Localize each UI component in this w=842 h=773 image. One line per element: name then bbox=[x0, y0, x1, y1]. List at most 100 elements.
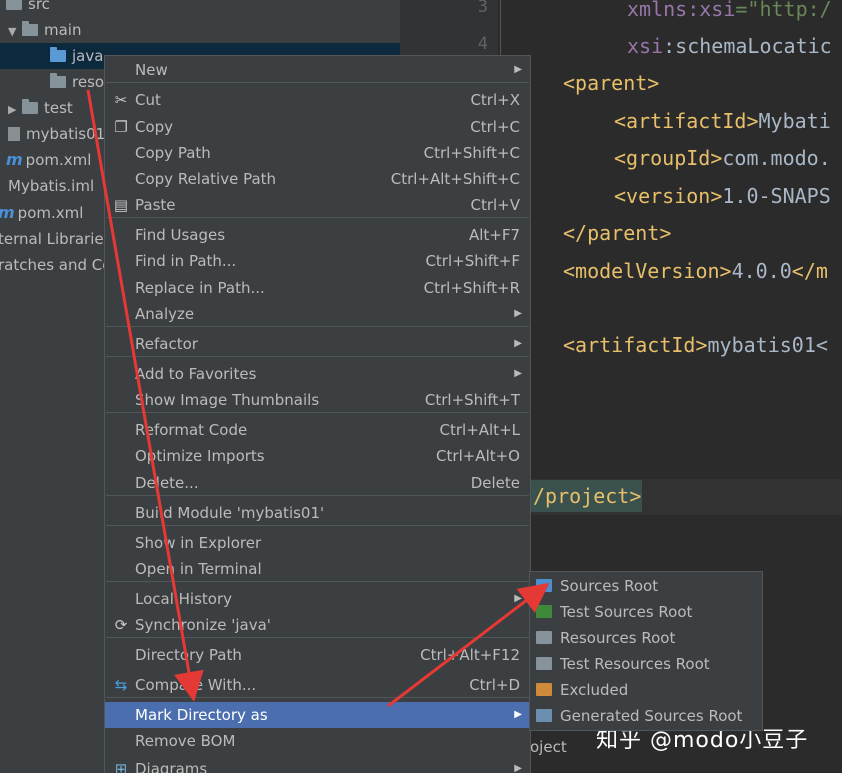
tree-item-mybatis01[interactable]: mybatis01 bbox=[8, 121, 105, 147]
menu-item-label: Optimize Imports bbox=[135, 447, 265, 465]
folder-icon bbox=[6, 0, 22, 10]
line-number: 3 bbox=[477, 0, 488, 17]
menu-item-shortcut: Ctrl+D bbox=[469, 676, 520, 694]
menu-item-find-in-path[interactable]: Find in Path... Ctrl+Shift+F bbox=[105, 248, 530, 274]
menu-item-optimize-imports[interactable]: Optimize Imports Ctrl+Alt+O bbox=[105, 443, 530, 469]
code-token: xsi bbox=[699, 0, 736, 21]
menu-item-directory-path[interactable]: Directory Path Ctrl+Alt+F12 bbox=[105, 642, 530, 668]
tree-item-main[interactable]: ▼ main bbox=[8, 17, 81, 43]
menu-item-copy-relative-path[interactable]: Copy Relative Path Ctrl+Alt+Shift+C bbox=[105, 166, 530, 192]
submenu-item-excluded[interactable]: Excluded bbox=[530, 677, 762, 703]
menu-item-diagrams[interactable]: ⊞ Diagrams ▶ bbox=[105, 756, 530, 773]
menu-item-label: Compare With... bbox=[135, 676, 257, 694]
submenu-item-generated-sources-root[interactable]: Generated Sources Root bbox=[530, 703, 762, 729]
menu-item-refactor[interactable]: Refactor ▶ bbox=[105, 331, 530, 357]
menu-item-compare-with[interactable]: ⇆ Compare With... Ctrl+D bbox=[105, 672, 530, 698]
menu-item-shortcut: Ctrl+C bbox=[470, 118, 520, 136]
menu-item-mark-directory-as[interactable]: Mark Directory as ▶ bbox=[105, 702, 530, 728]
code-token: mybatis01< bbox=[707, 333, 828, 357]
menu-item-label: Replace in Path... bbox=[135, 279, 265, 297]
menu-item-label: Analyze bbox=[135, 305, 195, 323]
menu-item-synchronize-java[interactable]: ⟳ Synchronize 'java' bbox=[105, 612, 530, 638]
folder-icon bbox=[50, 73, 66, 88]
menu-item-label: Delete... bbox=[135, 474, 199, 492]
compare-icon: ⇆ bbox=[114, 676, 128, 694]
expand-arrow-icon[interactable]: ▼ bbox=[8, 19, 22, 45]
submenu-arrow-icon: ▶ bbox=[514, 338, 522, 349]
maven-icon: m bbox=[6, 150, 23, 169]
code-token: xsi bbox=[627, 34, 664, 58]
code-token: <groupId> bbox=[614, 146, 723, 170]
tree-item-pom[interactable]: mpom.xml bbox=[0, 200, 83, 226]
test-resources-root-folder-icon bbox=[536, 657, 552, 670]
tree-item-resources[interactable]: reso bbox=[50, 69, 104, 95]
tree-item-pom-inner[interactable]: m pom.xml bbox=[6, 147, 91, 173]
code-line: <artifactId>mybatis01< bbox=[563, 330, 828, 360]
tree-item-src[interactable]: src bbox=[6, 0, 50, 17]
menu-item-label: Add to Favorites bbox=[135, 365, 257, 383]
menu-item-show-image-thumbnails[interactable]: Show Image Thumbnails Ctrl+Shift+T bbox=[105, 387, 530, 413]
collapse-arrow-icon[interactable]: ▶ bbox=[8, 97, 22, 123]
tree-item-external-libraries[interactable]: ternal Libraries bbox=[0, 226, 111, 252]
menu-item-delete[interactable]: Delete... Delete bbox=[105, 470, 530, 496]
menu-item-shortcut: Ctrl+X bbox=[470, 91, 520, 109]
ide-window: src ▼ main java reso ▶ test mybatis01 m pom… bbox=[0, 0, 842, 773]
menu-item-show-in-explorer[interactable]: Show in Explorer bbox=[105, 530, 530, 556]
menu-item-label: New bbox=[135, 61, 168, 79]
code-token: <artifactId> bbox=[563, 333, 708, 357]
submenu-item-sources-root[interactable]: Sources Root bbox=[530, 573, 762, 599]
submenu-item-label: Test Resources Root bbox=[560, 655, 710, 673]
menu-item-reformat-code[interactable]: Reformat Code Ctrl+Alt+L bbox=[105, 417, 530, 443]
menu-item-new[interactable]: New ▶ bbox=[105, 57, 530, 83]
code-line: xmlns:xsi="http:/ bbox=[627, 0, 832, 24]
line-number: 4 bbox=[477, 34, 488, 54]
menu-item-shortcut: Ctrl+Shift+C bbox=[423, 144, 520, 162]
sync-icon: ⟳ bbox=[114, 616, 128, 634]
menu-item-label: Copy bbox=[135, 118, 174, 136]
code-token: ="http:/ bbox=[735, 0, 832, 21]
menu-item-add-to-favorites[interactable]: Add to Favorites ▶ bbox=[105, 361, 530, 387]
submenu-item-test-sources-root[interactable]: Test Sources Root bbox=[530, 599, 762, 625]
sources-root-folder-icon bbox=[536, 579, 552, 592]
menu-item-shortcut: Ctrl+Alt+O bbox=[436, 447, 520, 465]
code-line: <version>1.0-SNAPS bbox=[614, 181, 831, 211]
submenu-item-label: Test Sources Root bbox=[560, 603, 693, 621]
menu-item-label: Synchronize 'java' bbox=[135, 616, 271, 634]
menu-item-replace-in-path[interactable]: Replace in Path... Ctrl+Shift+R bbox=[105, 275, 530, 301]
context-menu: New ▶ ✂ Cut Ctrl+X ❐ Copy Ctrl+C Copy Path Ctrl+S… bbox=[104, 55, 531, 773]
submenu-item-label: Sources Root bbox=[560, 577, 659, 595]
menu-item-shortcut: Ctrl+Shift+R bbox=[423, 279, 520, 297]
menu-item-shortcut: Ctrl+Alt+F12 bbox=[420, 646, 520, 664]
menu-item-label: Mark Directory as bbox=[135, 706, 268, 724]
menu-item-local-history[interactable]: Local History ▶ bbox=[105, 586, 530, 612]
menu-item-shortcut: Delete bbox=[470, 474, 520, 492]
submenu-arrow-icon: ▶ bbox=[514, 593, 522, 604]
tree-item-iml[interactable]: Mybatis.iml bbox=[8, 173, 94, 199]
code-token: 4.0.0 bbox=[731, 259, 792, 283]
resources-root-folder-icon bbox=[536, 631, 552, 644]
menu-item-copy-path[interactable]: Copy Path Ctrl+Shift+C bbox=[105, 140, 530, 166]
tree-item-test[interactable]: ▶ test bbox=[8, 95, 73, 121]
mark-directory-submenu: Sources Root Test Sources Root Resources R… bbox=[529, 571, 763, 731]
menu-item-find-usages[interactable]: Find Usages Alt+F7 bbox=[105, 222, 530, 248]
menu-item-label: Remove BOM bbox=[135, 732, 236, 750]
submenu-arrow-icon: ▶ bbox=[514, 763, 522, 773]
menu-item-remove-bom[interactable]: Remove BOM bbox=[105, 728, 530, 754]
tree-item-scratches[interactable]: ratches and Co bbox=[0, 252, 111, 278]
code-token: :schemaLocatic bbox=[663, 34, 832, 58]
submenu-arrow-icon: ▶ bbox=[514, 308, 522, 319]
menu-item-cut[interactable]: ✂ Cut Ctrl+X bbox=[105, 87, 530, 113]
menu-item-analyze[interactable]: Analyze ▶ bbox=[105, 301, 530, 327]
menu-item-paste[interactable]: ▤ Paste Ctrl+V bbox=[105, 192, 530, 218]
code-line: </parent> bbox=[563, 218, 671, 248]
menu-item-shortcut: Ctrl+Shift+F bbox=[425, 252, 520, 270]
project-tab-label[interactable]: oject bbox=[530, 738, 567, 756]
menu-item-copy[interactable]: ❐ Copy Ctrl+C bbox=[105, 114, 530, 140]
menu-item-shortcut: Ctrl+Alt+Shift+C bbox=[390, 170, 520, 188]
menu-item-build-module-mybatis01[interactable]: Build Module 'mybatis01' bbox=[105, 500, 530, 526]
submenu-item-resources-root[interactable]: Resources Root bbox=[530, 625, 762, 651]
menu-item-open-in-terminal[interactable]: Open in Terminal bbox=[105, 556, 530, 582]
scissors-icon: ✂ bbox=[114, 91, 128, 109]
code-token: <version> bbox=[614, 184, 723, 208]
submenu-item-test-resources-root[interactable]: Test Resources Root bbox=[530, 651, 762, 677]
